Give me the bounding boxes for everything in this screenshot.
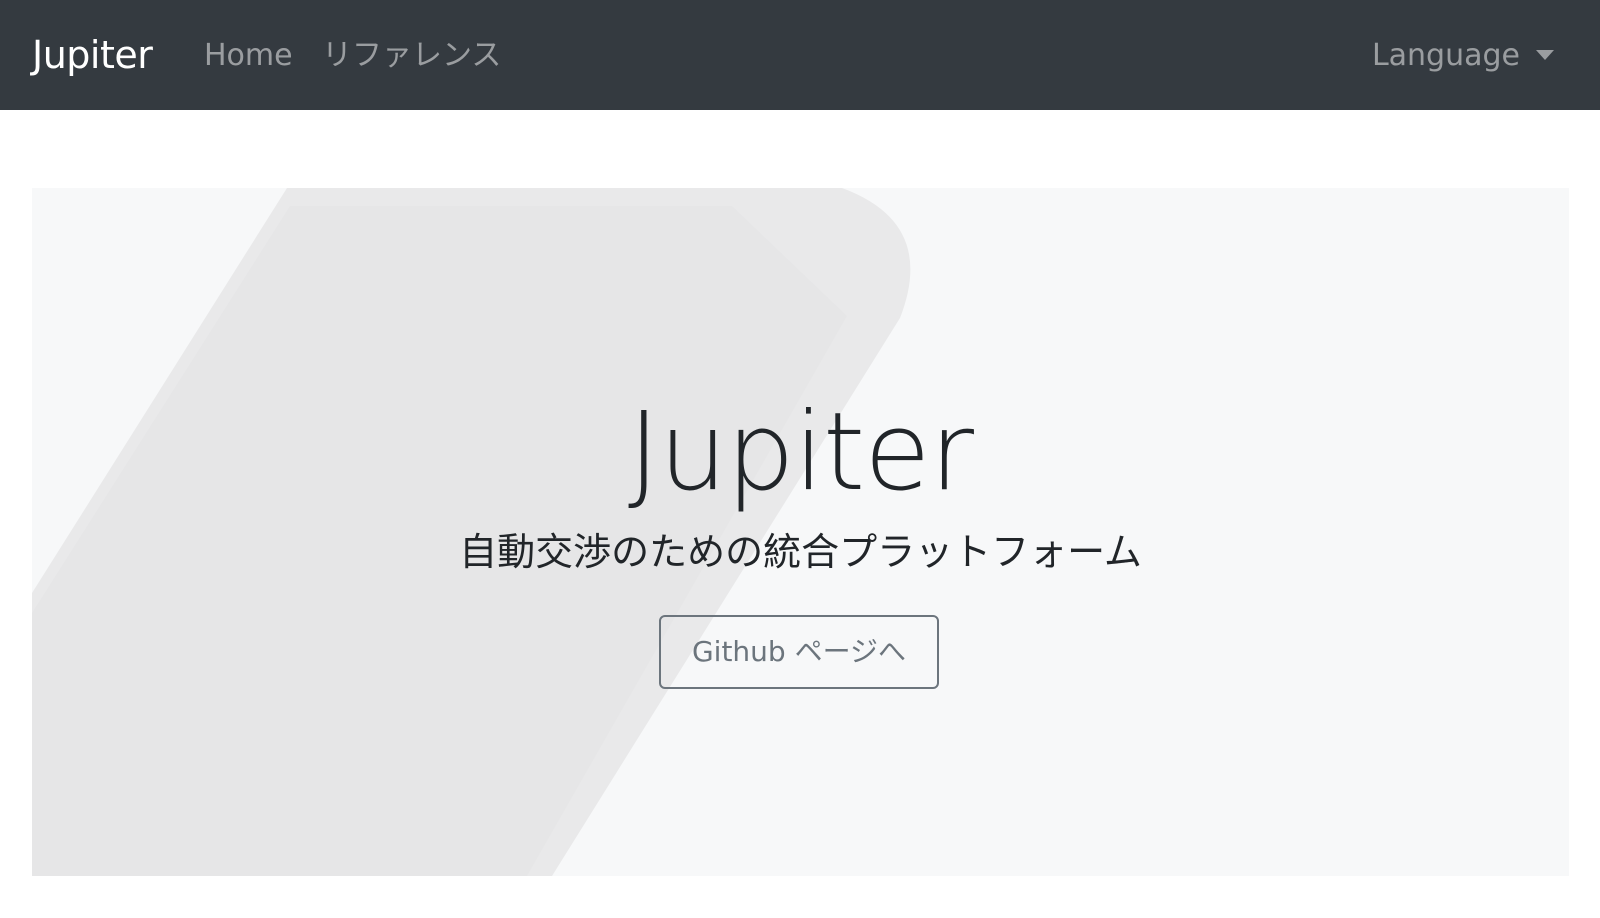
nav-link-home[interactable]: Home [204,34,293,78]
hero-jumbotron: Jupiter 自動交渉のための統合プラットフォーム Github ページへ [32,188,1569,876]
nav-link-reference[interactable]: リファレンス [322,34,501,78]
caret-down-icon[interactable] [1536,50,1554,60]
top-navbar: Jupiter Home リファレンス Language [0,0,1600,110]
language-dropdown-toggle[interactable]: Language [1372,34,1520,78]
hero-subtitle: 自動交渉のための統合プラットフォーム [459,530,1142,574]
brand-link[interactable]: Jupiter [32,30,153,80]
hero-title: Jupiter [627,390,974,515]
github-page-button[interactable]: Github ページへ [659,615,939,689]
